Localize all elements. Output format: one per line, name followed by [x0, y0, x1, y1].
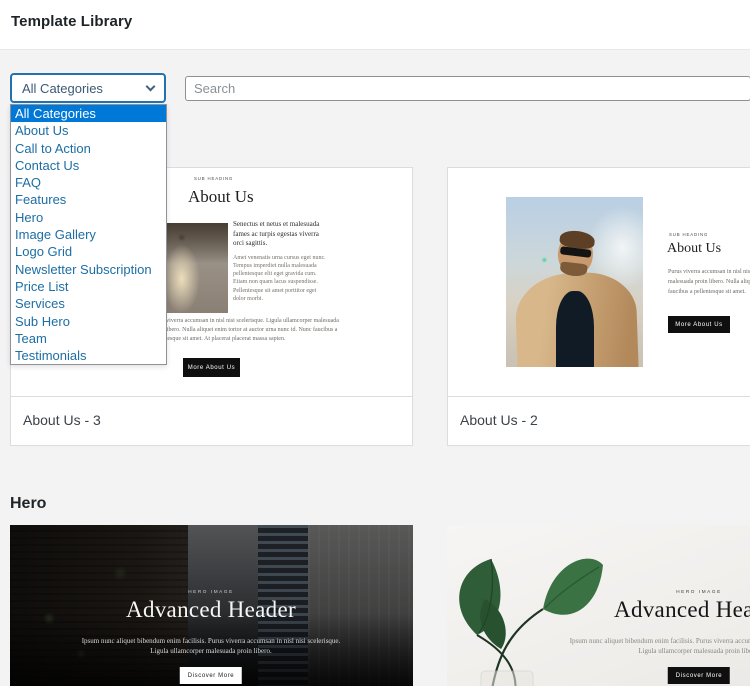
photo-head-shape	[555, 229, 596, 278]
category-select[interactable]: All Categories	[10, 73, 166, 103]
category-option[interactable]: Sub Hero	[11, 313, 166, 330]
category-option[interactable]: Price List	[11, 278, 166, 295]
category-option[interactable]: Call to Action	[11, 140, 166, 157]
preview-body-text: Purus viverra accumsan in nisl nisi scel…	[668, 269, 750, 295]
category-option[interactable]: FAQ	[11, 174, 166, 191]
preview-eyebrow: SUB HEADING	[669, 233, 709, 238]
preview-photo-man	[506, 197, 643, 367]
template-preview-about-us-2: SUB HEADING About Us Purus viverra accum…	[448, 168, 750, 396]
category-option[interactable]: Newsletter Subscription	[11, 261, 166, 278]
preview-more-about-us-button: More About Us	[183, 358, 240, 377]
category-option[interactable]: Contact Us	[11, 157, 166, 174]
preview-more-about-us-button: More About Us	[668, 316, 730, 333]
preview-eyebrow: HERO IMAGE	[188, 590, 234, 595]
category-option[interactable]: Logo Grid	[11, 243, 166, 260]
category-listbox[interactable]: All Categories About Us Call to Action Cont…	[10, 104, 167, 366]
preview-body-text: Amet venenatis urna cursus eget nunc. Te…	[233, 254, 326, 302]
category-select-value: All Categories	[22, 80, 103, 96]
preview-discover-more-button: Discover More	[179, 667, 243, 684]
preview-title: About Us	[667, 241, 722, 256]
preview-body-text: Ipsum nunc aliquet bibendum enim facilis…	[569, 637, 750, 655]
template-name: About Us - 3	[23, 412, 101, 428]
chevron-down-icon	[145, 81, 156, 92]
page-title: Template Library	[11, 13, 133, 30]
card-footer: About Us - 2	[448, 396, 750, 445]
preview-footer-text: Purus viverra accumsan in nisl nisi scel…	[151, 318, 339, 343]
category-option[interactable]: Hero	[11, 209, 166, 226]
template-preview-hero-2: HERO IMAGE Advanced Header Ipsum nunc al…	[447, 525, 750, 686]
template-library-screen: Template Library About Us All Categories…	[0, 0, 750, 686]
section-heading-hero: Hero	[10, 495, 47, 512]
category-option[interactable]: Services	[11, 295, 166, 312]
category-option[interactable]: Testimonials	[11, 347, 166, 364]
preview-title: About Us	[188, 187, 254, 206]
category-option[interactable]: Image Gallery	[11, 226, 166, 243]
search-input[interactable]	[185, 76, 750, 101]
preview-lead-text: Senectus et netus et malesuada fames ac …	[233, 220, 320, 247]
header-bar: Template Library	[0, 0, 750, 49]
preview-eyebrow: HERO IMAGE	[676, 590, 722, 595]
category-option[interactable]: About Us	[11, 122, 166, 139]
template-card-hero-1[interactable]: HERO IMAGE Advanced Header Ipsum nunc al…	[10, 525, 413, 686]
preview-title: Advanced Header	[614, 597, 750, 622]
preview-discover-more-button: Discover More	[667, 667, 731, 684]
template-preview-hero-1: HERO IMAGE Advanced Header Ipsum nunc al…	[10, 525, 413, 686]
preview-title: Advanced Header	[126, 597, 296, 622]
template-card-about-us-2[interactable]: SUB HEADING About Us Purus viverra accum…	[447, 167, 750, 446]
template-card-hero-2[interactable]: HERO IMAGE Advanced Header Ipsum nunc al…	[447, 525, 750, 686]
category-option[interactable]: Team	[11, 330, 166, 347]
preview-eyebrow: SUB HEADING	[194, 177, 234, 182]
preview-body-text: Ipsum nunc aliquet bibendum enim facilis…	[81, 637, 341, 655]
category-option[interactable]: Features	[11, 191, 166, 208]
card-footer: About Us - 3	[11, 396, 412, 445]
category-option[interactable]: All Categories	[11, 105, 166, 123]
template-name: About Us - 2	[460, 412, 538, 428]
photo-turtleneck-shape	[556, 291, 594, 367]
